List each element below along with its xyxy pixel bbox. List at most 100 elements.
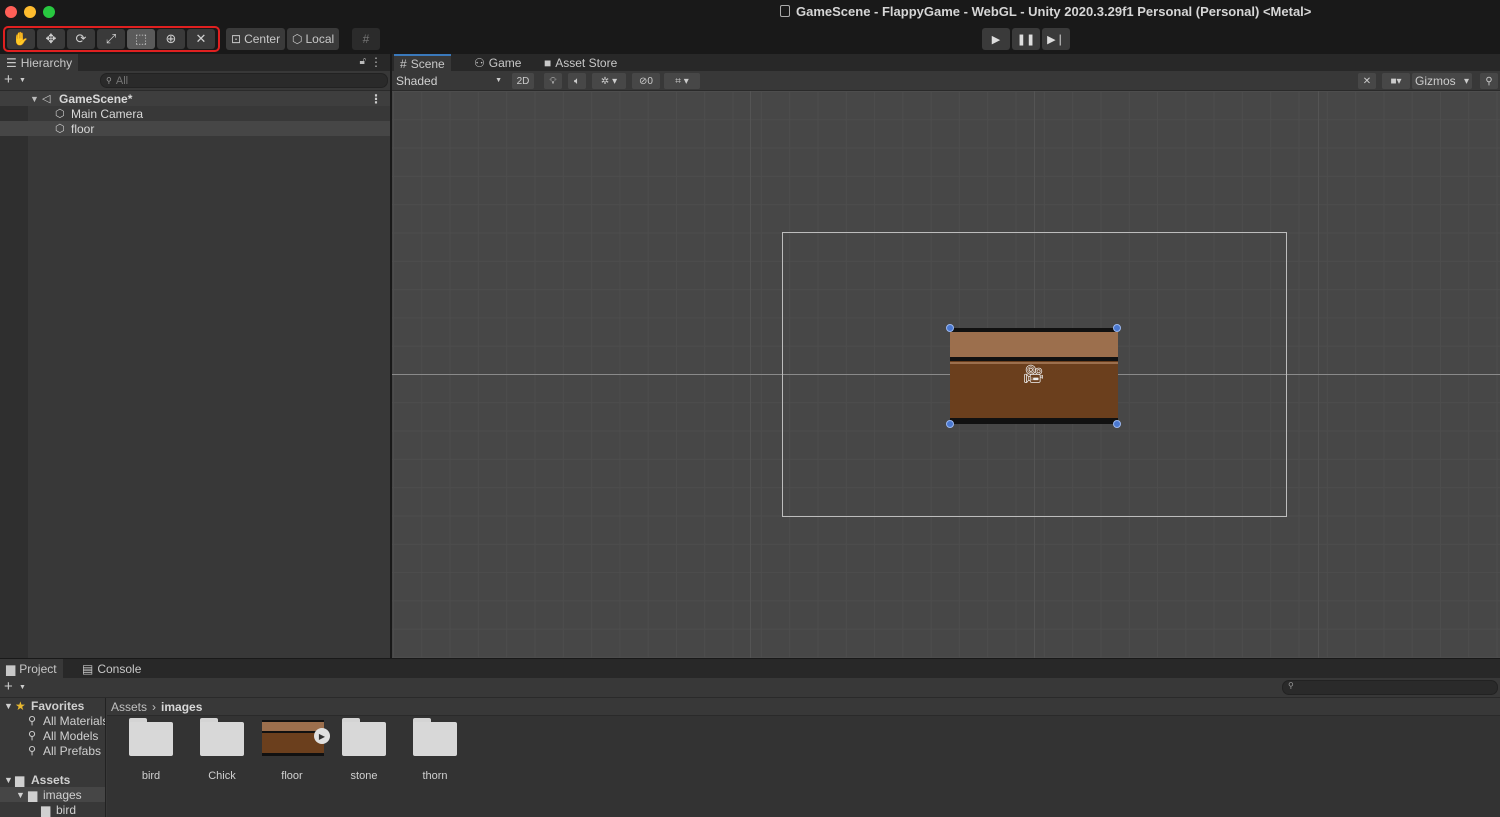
resize-handle-bottom-left[interactable]	[946, 420, 954, 428]
camera-dropdown[interactable]: ■▾	[1382, 73, 1410, 89]
scene-row[interactable]: ▼ ◁ GameScene* ⋮	[0, 91, 390, 106]
folder-icon	[200, 718, 244, 756]
lighting-toggle[interactable]: 💡︎	[544, 73, 562, 89]
list-item[interactable]: ⚲ All Materials	[0, 713, 105, 728]
transform-tool-button[interactable]: ⊕	[157, 29, 185, 49]
asset-item[interactable]: stone	[334, 718, 394, 793]
favorites-row[interactable]: ▼ ★ Favorites	[0, 698, 105, 713]
hierarchy-search-input[interactable]	[115, 74, 356, 87]
scale-icon: ⤢	[105, 31, 117, 46]
create-asset-button[interactable]: +	[4, 678, 13, 695]
resize-handle-top-right[interactable]	[1113, 324, 1121, 332]
expand-arrow-icon[interactable]: ▼	[4, 701, 13, 711]
list-item[interactable]: ⬡ Main Camera	[0, 106, 390, 121]
hand-icon: ✋	[12, 31, 30, 46]
rotate-icon: ⟳	[75, 31, 87, 46]
resize-handle-top-left[interactable]	[946, 324, 954, 332]
list-item[interactable]: ⚲ All Models	[0, 728, 105, 743]
tab-game[interactable]: ⚇ Game	[468, 54, 527, 71]
list-icon: ☰	[6, 55, 17, 70]
tab-console[interactable]: ▤ Console	[76, 659, 147, 678]
grid-icon: ⌗ ▾	[675, 75, 689, 87]
tab-hierarchy[interactable]: ☰ Hierarchy	[0, 54, 79, 71]
effects-dropdown[interactable]: ✲ ▾	[592, 73, 626, 89]
tools-icon: ✕	[1362, 75, 1372, 87]
project-panel: ▆ Project ▤ Console + ▼ ⚲ ▼ ★ Favorites ⚲ …	[0, 659, 1500, 817]
hidden-objects-toggle[interactable]: ⊘ 0	[632, 73, 660, 89]
play-circle-icon[interactable]: ▶	[314, 728, 330, 744]
item-label: Main Camera	[71, 106, 144, 121]
resize-handle-bottom-right[interactable]	[1113, 420, 1121, 428]
tab-project[interactable]: ▆ Project	[0, 659, 63, 678]
close-window-button[interactable]	[5, 6, 17, 18]
cube-icon: ⬡	[292, 32, 303, 46]
hierarchy-search[interactable]: ⚲	[100, 73, 388, 88]
hand-tool-button[interactable]: ✋	[7, 29, 35, 49]
search-icon: ⚲	[1288, 681, 1294, 690]
assets-row[interactable]: ▼ ▆ Assets	[0, 772, 105, 787]
list-item[interactable]: ▆ bird	[0, 802, 105, 817]
asset-item[interactable]: thorn	[405, 718, 465, 793]
play-button[interactable]: ▶	[982, 28, 1010, 50]
scene-search-button[interactable]: ⚲	[1480, 73, 1498, 89]
breadcrumb-current[interactable]: images	[161, 700, 202, 714]
tab-asset-store[interactable]: ■ Asset Store	[538, 54, 623, 71]
chevron-down-icon[interactable]: ▼	[19, 684, 26, 691]
shading-mode-dropdown[interactable]: Shaded ▼	[396, 72, 504, 89]
tab-scene[interactable]: # Scene	[394, 54, 451, 71]
custom-tool-button[interactable]: ✕	[187, 29, 215, 49]
console-icon: ▤	[82, 661, 94, 676]
asset-item[interactable]: bird	[121, 718, 181, 793]
move-tool-button[interactable]: ✥	[37, 29, 65, 49]
create-button[interactable]: +	[4, 71, 13, 88]
tab-label: Game	[488, 55, 522, 70]
rect-icon: ⬚	[134, 31, 148, 46]
breadcrumb-root[interactable]: Assets	[111, 700, 147, 714]
lock-icon[interactable]: 🔓︎	[360, 56, 366, 67]
kebab-menu-icon[interactable]: ⋮	[370, 55, 382, 69]
scene-viewport[interactable]: 🎥︎	[392, 91, 1500, 658]
gizmos-dropdown[interactable]: Gizmos ▾	[1412, 73, 1472, 89]
store-icon: ■	[544, 55, 552, 70]
maximize-window-button[interactable]	[43, 6, 55, 18]
gizmos-label: Gizmos	[1415, 74, 1456, 88]
scale-tool-button[interactable]: ⤢	[97, 29, 125, 49]
rotate-tool-button[interactable]: ⟳	[67, 29, 95, 49]
folder-icon	[413, 718, 457, 756]
camera-gizmo-icon[interactable]: 🎥︎	[1022, 364, 1045, 385]
grid-snap-button[interactable]: #	[352, 28, 380, 50]
project-search-input[interactable]: ⚲	[1282, 680, 1498, 695]
lightbulb-icon: 💡︎	[549, 75, 557, 87]
audio-toggle[interactable]: 🔈︎	[568, 73, 586, 89]
list-item[interactable]: ⚲ All Prefabs	[0, 743, 105, 758]
document-icon	[780, 5, 790, 17]
item-label: floor	[71, 121, 95, 136]
pivot-mode-button[interactable]: ⊡ Center	[226, 28, 286, 50]
scene-tabbar: # Scene ⚇ Game ■ Asset Store	[392, 54, 1500, 71]
rect-tool-button[interactable]: ⬚	[127, 29, 155, 49]
grid-dropdown[interactable]: ⌗ ▾	[664, 73, 700, 89]
floor-stripe	[950, 357, 1118, 361]
expand-arrow-icon[interactable]: ▼	[16, 790, 25, 800]
scene-menu-icon[interactable]: ⋮	[370, 92, 382, 106]
step-button[interactable]: ▶❘	[1042, 28, 1070, 50]
project-toolbar: + ▼ ⚲	[0, 678, 1500, 698]
grid-snap-icon: #	[362, 32, 370, 46]
pivot-space-button[interactable]: ⬡ Local	[287, 28, 340, 50]
expand-arrow-icon[interactable]: ▼	[4, 775, 13, 785]
star-icon: ★	[15, 698, 26, 713]
list-item[interactable]: ⬡ floor	[0, 121, 390, 136]
asset-item[interactable]: ▶ floor	[262, 718, 330, 793]
chevron-down-icon[interactable]: ▼	[19, 77, 26, 84]
mode-2d-toggle[interactable]: 2D	[512, 73, 534, 89]
minimize-window-button[interactable]	[24, 6, 36, 18]
gamepad-icon: ⚇	[474, 55, 485, 70]
floor-band	[950, 332, 1118, 357]
expand-arrow-icon[interactable]: ▼	[30, 94, 39, 104]
asset-item[interactable]: Chick	[192, 718, 252, 793]
pause-button[interactable]: ❚❚	[1012, 28, 1040, 50]
list-item[interactable]: ▼ ▆ images	[0, 787, 105, 802]
pivot-space-label: Local	[305, 32, 335, 46]
tools-button[interactable]: ✕	[1358, 73, 1376, 89]
